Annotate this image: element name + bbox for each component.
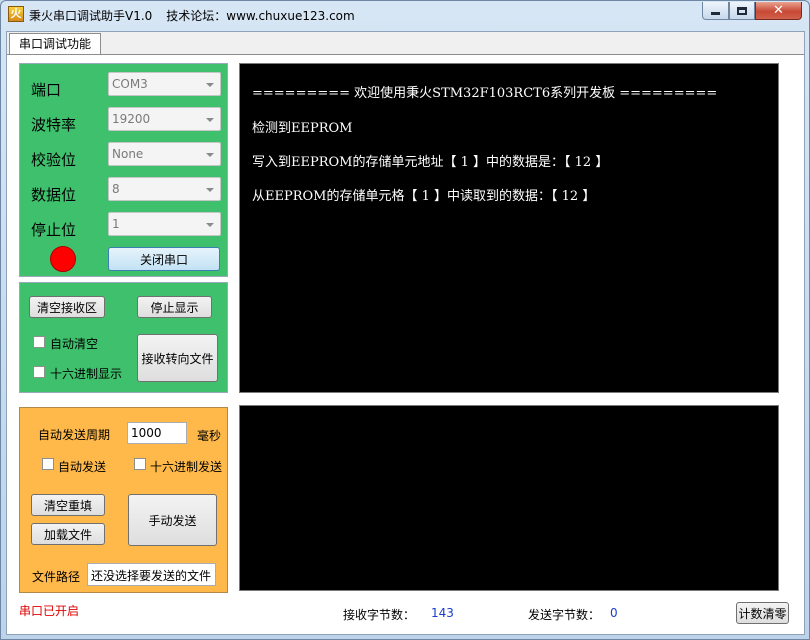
minimize-icon [711, 12, 720, 15]
chevron-down-icon [206, 83, 214, 87]
tx-count-label: 发送字节数： [528, 608, 601, 622]
databits-label: 数据位 [31, 186, 77, 204]
auto-send-checkbox[interactable] [42, 458, 54, 470]
tx-count-value: 0 [610, 606, 618, 620]
manual-send-button[interactable]: 手动发送 [128, 494, 217, 546]
parity-select[interactable]: None [108, 142, 221, 166]
maximize-button[interactable] [729, 2, 755, 20]
parity-value: None [112, 147, 144, 161]
forum-link-text: 技术论坛：www.chuxue123.com [166, 9, 355, 23]
clear-receive-button[interactable]: 清空接收区 [29, 296, 105, 318]
tab-page: 端口 COM3 波特率 19200 校验位 None 数据位 8 停止位 1 关… [7, 55, 804, 634]
close-port-button[interactable]: 关闭串口 [108, 247, 220, 271]
databits-select[interactable]: 8 [108, 177, 221, 201]
receive-line: 检测到EEPROM [252, 121, 353, 136]
file-path-field[interactable]: 还没选择要发送的文件 [87, 563, 216, 586]
send-period-label: 自动发送周期 [38, 428, 111, 442]
send-period-unit: 毫秒 [197, 429, 222, 443]
app-icon: 火 [8, 6, 24, 22]
parity-label: 校验位 [31, 151, 77, 169]
baud-value: 19200 [112, 112, 151, 126]
port-status-text: 串口已开启 [19, 604, 80, 618]
stop-display-button[interactable]: 停止显示 [137, 296, 212, 318]
app-title: 秉火串口调试助手V1.0 [29, 9, 153, 23]
stopbits-value: 1 [112, 217, 120, 231]
port-label: 端口 [31, 81, 62, 99]
chevron-down-icon [206, 153, 214, 157]
rx-count-value: 143 [431, 606, 454, 620]
title-bar[interactable]: 火 秉火串口调试助手V1.0 技术论坛：www.chuxue123.com ✕ [1, 1, 809, 29]
rx-count-label: 接收字节数： [343, 608, 416, 622]
port-value: COM3 [112, 77, 148, 91]
reset-count-button[interactable]: 计数清零 [736, 602, 789, 624]
minimize-button[interactable] [702, 2, 729, 20]
receive-terminal[interactable]: ========= 欢迎使用秉火STM32F103RCT6系列开发板 =====… [239, 63, 779, 393]
close-icon: ✕ [773, 3, 784, 18]
auto-clear-checkbox[interactable] [33, 336, 45, 348]
receive-to-file-button[interactable]: 接收转向文件 [137, 334, 218, 382]
stopbits-select[interactable]: 1 [108, 212, 221, 236]
receive-line: 从EEPROM的存储单元格【 1 】中读取到的数据：【 12 】 [252, 189, 596, 204]
baud-label: 波特率 [31, 116, 77, 134]
chevron-down-icon [206, 188, 214, 192]
databits-value: 8 [112, 182, 120, 196]
hex-send-label: 十六进制发送 [150, 460, 223, 474]
serial-settings-panel: 端口 COM3 波特率 19200 校验位 None 数据位 8 停止位 1 关… [19, 63, 228, 277]
send-options-panel: 自动发送周期 1000 毫秒 自动发送 十六进制发送 清空重填 加载文件 手动发… [19, 407, 228, 593]
clear-refill-button[interactable]: 清空重填 [31, 494, 105, 516]
hex-display-checkbox[interactable] [33, 366, 45, 378]
send-period-input[interactable]: 1000 [127, 422, 187, 444]
load-file-button[interactable]: 加载文件 [31, 523, 105, 545]
main-window: 火 秉火串口调试助手V1.0 技术论坛：www.chuxue123.com ✕ 串… [0, 0, 810, 640]
window-title: 秉火串口调试助手V1.0 技术论坛：www.chuxue123.com [29, 7, 355, 24]
port-select[interactable]: COM3 [108, 72, 221, 96]
receive-line: ========= 欢迎使用秉火STM32F103RCT6系列开发板 =====… [252, 86, 718, 101]
port-status-led [50, 246, 76, 272]
tab-serial-debug[interactable]: 串口调试功能 [9, 33, 101, 55]
hex-display-label: 十六进制显示 [50, 367, 123, 381]
file-path-label: 文件路径 [32, 570, 81, 584]
client-area: 串口调试功能 端口 COM3 波特率 19200 校验位 None 数据位 8 … [6, 31, 805, 635]
stopbits-label: 停止位 [31, 221, 77, 239]
auto-clear-label: 自动清空 [50, 337, 99, 351]
auto-send-label: 自动发送 [58, 460, 107, 474]
baud-select[interactable]: 19200 [108, 107, 221, 131]
close-window-button[interactable]: ✕ [755, 2, 802, 20]
send-input-area[interactable] [239, 405, 779, 591]
hex-send-checkbox[interactable] [134, 458, 146, 470]
chevron-down-icon [206, 118, 214, 122]
maximize-icon [737, 6, 747, 15]
chevron-down-icon [206, 223, 214, 227]
receive-line: 写入到EEPROM的存储单元地址【 1 】中的数据是：【 12 】 [252, 155, 609, 170]
receive-options-panel: 清空接收区 停止显示 自动清空 十六进制显示 接收转向文件 [19, 282, 228, 393]
